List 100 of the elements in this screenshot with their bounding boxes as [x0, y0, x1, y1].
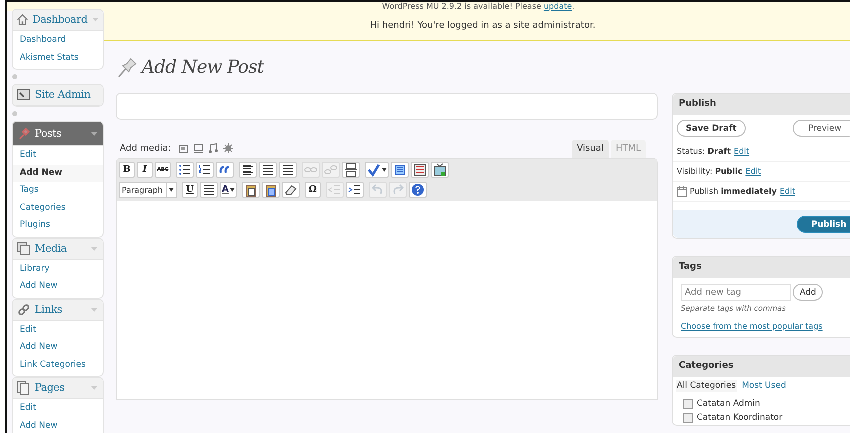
pushpin-icon	[17, 126, 31, 140]
preview-button[interactable]: Preview	[793, 120, 850, 137]
menu-item[interactable]: Add New	[13, 339, 103, 356]
numbered-list-icon	[198, 163, 212, 177]
save-draft-button[interactable]: Save Draft	[677, 120, 746, 137]
quote-button[interactable]	[216, 162, 234, 178]
help-icon	[410, 183, 425, 197]
format-dropdown[interactable]: Paragraph	[119, 182, 177, 198]
login-notice: Hi hendri! You're logged in as a site administrator.	[370, 20, 596, 30]
media-icon	[17, 242, 31, 256]
outdent-icon	[328, 183, 342, 197]
menu-header[interactable]: Posts	[13, 122, 103, 146]
justify-icon	[202, 183, 216, 197]
menu-item[interactable]: Link Categories	[13, 356, 103, 374]
italic-button[interactable]: I	[137, 162, 153, 178]
paste-word-button[interactable]	[262, 182, 280, 198]
title-field[interactable]	[116, 93, 658, 120]
fullscreen-icon	[393, 163, 407, 177]
bold-button[interactable]: B	[119, 162, 135, 178]
menu-item[interactable]: Add New	[13, 164, 103, 182]
align-left-icon	[241, 163, 255, 177]
editor-tab[interactable]: Visual	[572, 140, 609, 158]
underline-button[interactable]: U	[182, 182, 198, 198]
toolbar-toggle-button[interactable]	[411, 162, 429, 178]
spellcheck-button[interactable]	[365, 162, 389, 178]
menu-item[interactable]: Akismet Stats	[13, 50, 103, 67]
dropdown-arrow-icon	[92, 17, 99, 23]
menu-item[interactable]: Dashboard	[13, 32, 103, 50]
menu-item[interactable]: Add New	[13, 278, 103, 296]
media-screen-button[interactable]	[431, 162, 449, 178]
paste-text-button[interactable]	[242, 182, 260, 198]
menu-header[interactable]: Pages	[13, 378, 103, 399]
menu-header[interactable]: Links	[13, 300, 103, 320]
menu-item[interactable]: Add New	[13, 418, 103, 433]
dropdown-arrow-icon	[90, 385, 99, 391]
dropdown-arrow-icon	[90, 130, 99, 136]
add-button[interactable]: Add	[793, 284, 824, 301]
star-burst-button[interactable]	[223, 143, 234, 154]
caret-icon	[169, 188, 174, 192]
add-media-label: Add media:	[120, 144, 172, 154]
redo-icon	[390, 183, 405, 197]
caret-icon	[382, 168, 387, 172]
popular-tags-link[interactable]: Choose from the most popular tags	[681, 322, 823, 331]
update-notice: WordPress MU 2.9.2 is available! Please update.	[382, 2, 575, 11]
help-button[interactable]	[408, 182, 427, 198]
numbered-list-button[interactable]	[196, 162, 214, 178]
menu-item[interactable]: Library	[13, 260, 103, 278]
menu-item[interactable]: Edit	[13, 322, 103, 339]
indent-button[interactable]	[346, 182, 364, 198]
text-color-button[interactable]: A	[220, 182, 237, 198]
align-left-button[interactable]	[239, 162, 257, 178]
eraser-button[interactable]	[282, 182, 300, 198]
music-note-icon	[208, 143, 220, 154]
caret-icon	[230, 188, 235, 192]
menu-header[interactable]: Media	[13, 238, 103, 260]
page-break-icon	[344, 163, 358, 177]
collapse-handle-icon	[12, 74, 18, 80]
edit-link[interactable]: Edit	[746, 167, 762, 176]
checkbox[interactable]	[683, 413, 693, 423]
panel-title: Categories	[673, 356, 850, 377]
indent-icon	[348, 183, 362, 197]
publish-setting: Status: Draft	[677, 147, 732, 156]
edit-link[interactable]: Edit	[734, 147, 750, 156]
align-right-button[interactable]	[279, 162, 297, 178]
bulleted-list-icon	[178, 163, 192, 177]
edit-link[interactable]: Edit	[780, 187, 796, 196]
align-center-button[interactable]	[259, 162, 277, 178]
media-screen-icon	[433, 163, 447, 177]
menu-item[interactable]: Edit	[13, 400, 103, 418]
eraser-icon	[284, 183, 298, 197]
collapse-handle-icon	[12, 111, 18, 117]
update-link[interactable]: update	[544, 2, 572, 11]
publish-button[interactable]: Publish	[797, 216, 850, 233]
video-button[interactable]	[193, 143, 204, 154]
special-character-button[interactable]: Ω	[304, 182, 321, 198]
fullscreen-button[interactable]	[391, 162, 409, 178]
calendar-icon	[677, 186, 687, 197]
menu-header[interactable]: Dashboard	[13, 10, 103, 31]
paste-text-icon	[244, 183, 258, 197]
category-label: Catatan Koordinator	[697, 413, 783, 423]
page-break-button[interactable]	[342, 162, 360, 178]
image-button[interactable]	[178, 143, 190, 154]
paste-word-icon	[264, 183, 278, 197]
music-note-button[interactable]	[208, 143, 220, 154]
menu-header[interactable]: Site Admin	[13, 85, 103, 106]
menu-item[interactable]: Edit	[13, 147, 103, 164]
justify-button[interactable]	[200, 182, 218, 198]
menu-item[interactable]: Plugins	[13, 217, 103, 234]
checkbox[interactable]	[683, 399, 693, 409]
category-tab[interactable]: Most Used	[741, 380, 788, 392]
page-title: Add New Post	[142, 56, 264, 78]
bulleted-list-button[interactable]	[176, 162, 194, 178]
publish-setting: Visibility: Public	[677, 167, 743, 176]
dropdown-arrow-icon	[90, 246, 99, 252]
category-tab[interactable]: All Categories	[676, 380, 738, 392]
tag-field[interactable]: Add new tag	[681, 284, 791, 301]
align-center-icon	[261, 163, 275, 177]
menu-item[interactable]: Tags	[13, 182, 103, 200]
menu-item[interactable]: Categories	[13, 200, 103, 217]
video-icon	[193, 143, 204, 154]
